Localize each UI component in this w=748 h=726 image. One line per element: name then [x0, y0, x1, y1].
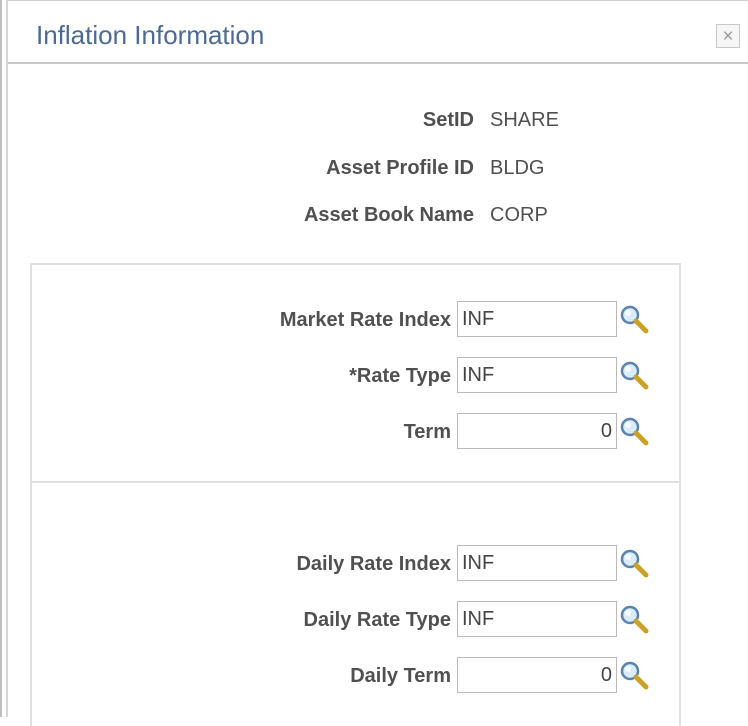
- setid-label: SetID: [422, 109, 474, 131]
- rate-type-label: *Rate Type: [349, 365, 451, 387]
- asset-book-name-value: CORP: [490, 204, 548, 226]
- setid-value: SHARE: [490, 109, 559, 131]
- daily-term-label: Daily Term: [350, 665, 451, 687]
- daily-term-input[interactable]: [457, 657, 617, 693]
- asset-profile-id-label: Asset Profile ID: [326, 157, 474, 179]
- market-rate-index-input[interactable]: [457, 301, 617, 337]
- daily-rate-type-label: Daily Rate Type: [303, 609, 451, 631]
- rate-type-input[interactable]: [457, 357, 617, 393]
- close-button[interactable]: ×: [716, 24, 740, 48]
- daily-rate-type-lookup-icon[interactable]: [619, 604, 649, 634]
- close-icon: ×: [722, 26, 734, 47]
- daily-rate-index-label: Daily Rate Index: [296, 553, 451, 575]
- daily-rate-index-input[interactable]: [457, 545, 617, 581]
- daily-term-lookup-icon[interactable]: [619, 660, 649, 690]
- term-lookup-icon[interactable]: [619, 416, 649, 446]
- dialog-top-border: [8, 0, 748, 1]
- daily-rate-type-input[interactable]: [457, 601, 617, 637]
- asset-book-name-label: Asset Book Name: [303, 204, 474, 226]
- rate-type-lookup-icon[interactable]: [619, 360, 649, 390]
- dialog-title: Inflation Information: [36, 20, 265, 50]
- market-rate-index-label: Market Rate Index: [279, 309, 451, 331]
- title-divider: [8, 62, 748, 64]
- term-label: Term: [403, 421, 451, 443]
- market-rate-index-lookup-icon[interactable]: [619, 304, 649, 334]
- dialog-left-border: [0, 0, 8, 717]
- asset-profile-id-value: BLDG: [490, 157, 545, 179]
- term-input[interactable]: [457, 413, 617, 449]
- daily-rate-index-lookup-icon[interactable]: [619, 548, 649, 578]
